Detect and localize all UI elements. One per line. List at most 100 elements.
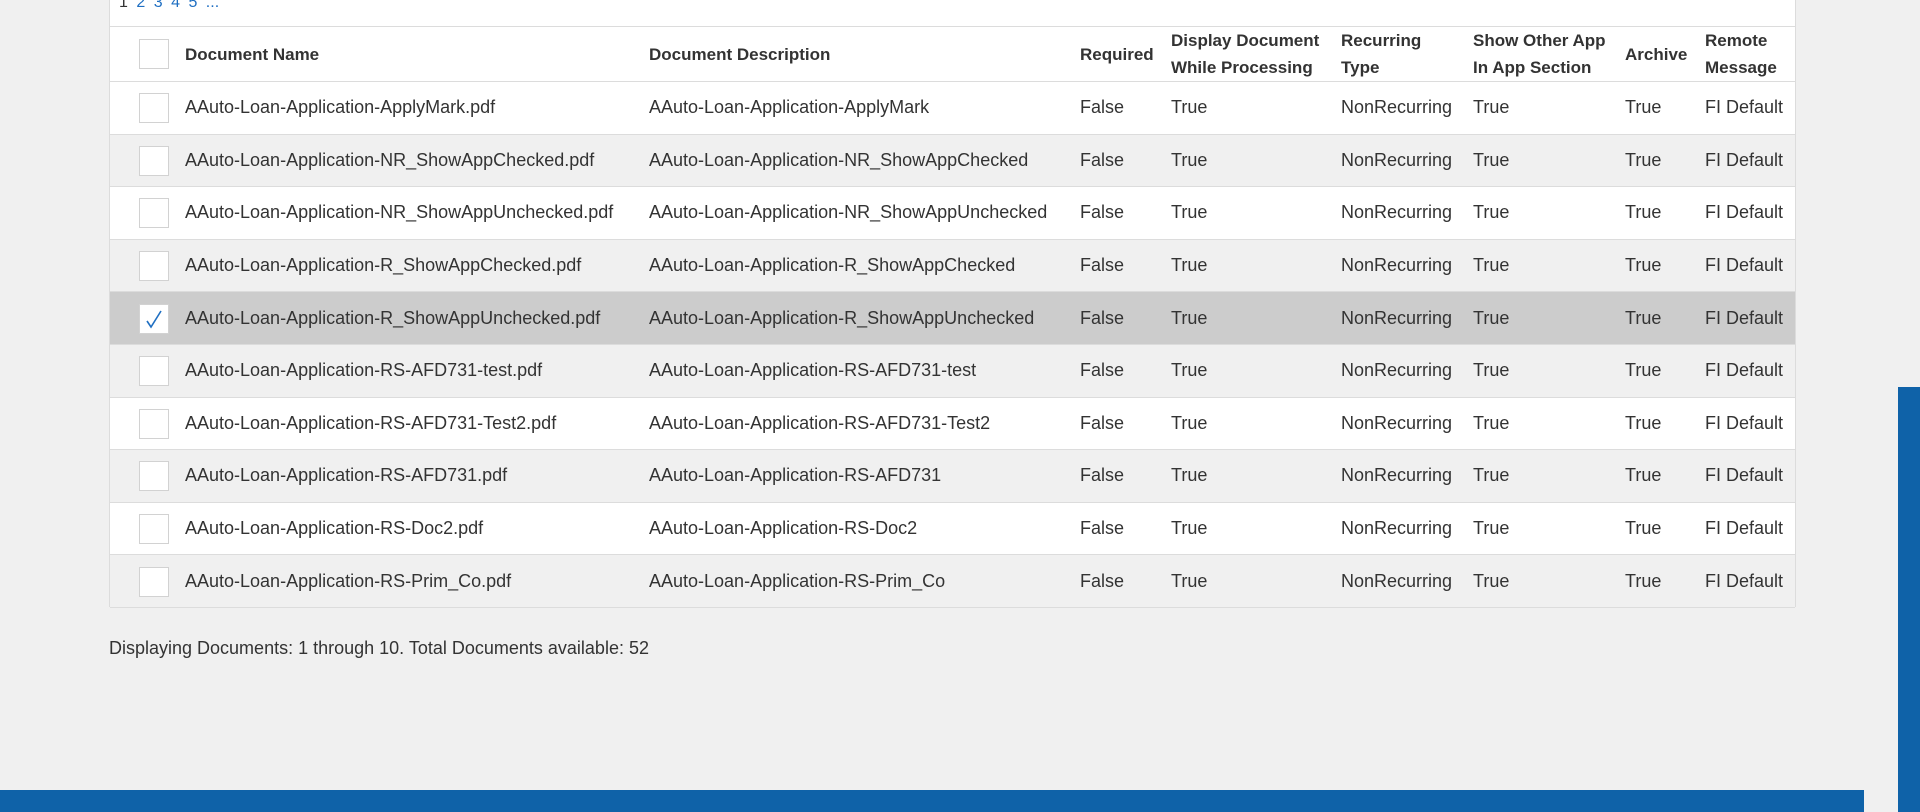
- cell-document-description: AAuto-Loan-Application-RS-Doc2: [649, 518, 918, 539]
- cell-document-description: AAuto-Loan-Application-RS-Prim_Co: [649, 570, 946, 591]
- cell-document-name: AAuto-Loan-Application-NR_ShowAppChecked…: [185, 149, 595, 170]
- cell-show-other-app: True: [1473, 202, 1510, 223]
- cell-archive: True: [1625, 360, 1662, 381]
- cell-document-name: AAuto-Loan-Application-R_ShowAppChecked.…: [185, 255, 582, 276]
- row-checkbox[interactable]: [139, 93, 169, 124]
- cell-remote-message: FI Default: [1705, 412, 1784, 433]
- cell-recurring-type: NonRecurring: [1341, 360, 1453, 381]
- cell-show-other-app: True: [1473, 412, 1510, 433]
- cell-show-other-app: True: [1473, 360, 1510, 381]
- row-checkbox[interactable]: [139, 145, 169, 176]
- cell-display-while-processing: True: [1171, 149, 1208, 170]
- page-link-more[interactable]: ...: [206, 0, 219, 11]
- table-row[interactable]: AAuto-Loan-Application-RS-AFD731-Test2.p…: [110, 398, 1795, 451]
- cell-document-description: AAuto-Loan-Application-R_ShowAppChecked: [649, 255, 1016, 276]
- cell-remote-message: FI Default: [1705, 202, 1784, 223]
- row-checkbox[interactable]: [139, 461, 169, 492]
- table-row[interactable]: AAuto-Loan-Application-NR_ShowAppUncheck…: [110, 187, 1795, 240]
- table-row[interactable]: AAuto-Loan-Application-R_ShowAppChecked.…: [110, 239, 1795, 293]
- cell-required: False: [1080, 202, 1125, 223]
- cell-required: False: [1080, 465, 1125, 486]
- cell-recurring-type: NonRecurring: [1341, 412, 1453, 433]
- cell-required: False: [1080, 570, 1125, 591]
- column-header-description[interactable]: Document Description: [649, 27, 830, 81]
- page-link-2[interactable]: 2: [136, 0, 145, 11]
- scrollbar-thumb[interactable]: [1898, 387, 1920, 812]
- select-all-checkbox[interactable]: [139, 39, 169, 69]
- row-checkbox[interactable]: [139, 356, 169, 387]
- cell-display-while-processing: True: [1171, 97, 1208, 118]
- cell-document-description: AAuto-Loan-Application-RS-AFD731-Test2: [649, 412, 991, 433]
- cell-archive: True: [1625, 307, 1662, 328]
- cell-show-other-app: True: [1473, 307, 1510, 328]
- table-row[interactable]: AAuto-Loan-Application-NR_ShowAppChecked…: [110, 134, 1795, 188]
- column-header-archive[interactable]: Archive: [1625, 27, 1687, 81]
- cell-document-description: AAuto-Loan-Application-ApplyMark: [649, 97, 930, 118]
- cell-recurring-type: NonRecurring: [1341, 465, 1453, 486]
- cell-recurring-type: NonRecurring: [1341, 202, 1453, 223]
- page-link-3[interactable]: 3: [154, 0, 163, 11]
- cell-show-other-app: True: [1473, 465, 1510, 486]
- column-header-show-other-app[interactable]: Show Other App In App Section: [1473, 27, 1606, 81]
- cell-show-other-app: True: [1473, 149, 1510, 170]
- cell-display-while-processing: True: [1171, 307, 1208, 328]
- row-checkbox[interactable]: [139, 566, 169, 597]
- cell-display-while-processing: True: [1171, 255, 1208, 276]
- cell-recurring-type: NonRecurring: [1341, 570, 1453, 591]
- cell-document-name: AAuto-Loan-Application-RS-AFD731-test.pd…: [185, 360, 543, 381]
- page-link-5[interactable]: 5: [188, 0, 197, 11]
- cell-remote-message: FI Default: [1705, 518, 1784, 539]
- cell-document-name: AAuto-Loan-Application-NR_ShowAppUncheck…: [185, 202, 614, 223]
- cell-show-other-app: True: [1473, 518, 1510, 539]
- cell-archive: True: [1625, 149, 1662, 170]
- row-checkbox[interactable]: [139, 408, 169, 439]
- cell-required: False: [1080, 412, 1125, 433]
- row-checkbox[interactable]: [139, 251, 169, 282]
- cell-archive: True: [1625, 255, 1662, 276]
- cell-document-description: AAuto-Loan-Application-RS-AFD731: [649, 465, 942, 486]
- cell-display-while-processing: True: [1171, 465, 1208, 486]
- cell-show-other-app: True: [1473, 97, 1510, 118]
- cell-recurring-type: NonRecurring: [1341, 518, 1453, 539]
- cell-recurring-type: NonRecurring: [1341, 255, 1453, 276]
- pager-strip: 1 2 3 4 5 ...: [109, 0, 1796, 27]
- table-row[interactable]: AAuto-Loan-Application-RS-Doc2.pdf AAuto-…: [110, 503, 1795, 556]
- page-current: 1: [119, 0, 128, 11]
- cell-required: False: [1080, 518, 1125, 539]
- cell-remote-message: FI Default: [1705, 465, 1784, 486]
- pagination: 1 2 3 4 5 ...: [119, 0, 223, 12]
- cell-archive: True: [1625, 202, 1662, 223]
- cell-remote-message: FI Default: [1705, 360, 1784, 381]
- cell-document-name: AAuto-Loan-Application-RS-Prim_Co.pdf: [185, 570, 512, 591]
- cell-recurring-type: NonRecurring: [1341, 97, 1453, 118]
- column-header-remote-message[interactable]: Remote Message: [1705, 27, 1777, 81]
- cell-document-description: AAuto-Loan-Application-NR_ShowAppUncheck…: [649, 202, 1048, 223]
- table-row[interactable]: AAuto-Loan-Application-RS-Prim_Co.pdf AAu…: [110, 555, 1795, 608]
- column-header-name[interactable]: Document Name: [185, 27, 319, 81]
- cell-recurring-type: NonRecurring: [1341, 149, 1453, 170]
- cell-document-description: AAuto-Loan-Application-R_ShowAppUnchecke…: [649, 307, 1035, 328]
- table-row[interactable]: AAuto-Loan-Application-R_ShowAppUnchecke…: [110, 292, 1795, 345]
- cell-remote-message: FI Default: [1705, 97, 1784, 118]
- table-row[interactable]: AAuto-Loan-Application-RS-AFD731.pdf AAut…: [110, 450, 1795, 503]
- page-link-4[interactable]: 4: [171, 0, 180, 11]
- cell-required: False: [1080, 307, 1125, 328]
- column-header-recurring[interactable]: Recurring Type: [1341, 27, 1421, 81]
- cell-archive: True: [1625, 97, 1662, 118]
- cell-remote-message: FI Default: [1705, 149, 1784, 170]
- cell-display-while-processing: True: [1171, 412, 1208, 433]
- cell-remote-message: FI Default: [1705, 255, 1784, 276]
- cell-show-other-app: True: [1473, 570, 1510, 591]
- cell-archive: True: [1625, 570, 1662, 591]
- table-row[interactable]: AAuto-Loan-Application-RS-AFD731-test.pd…: [110, 345, 1795, 398]
- column-header-required[interactable]: Required: [1080, 27, 1154, 81]
- cell-recurring-type: NonRecurring: [1341, 307, 1453, 328]
- cell-required: False: [1080, 149, 1125, 170]
- cell-document-description: AAuto-Loan-Application-RS-AFD731-test: [649, 360, 977, 381]
- table-row[interactable]: AAuto-Loan-Application-ApplyMark.pdf AAut…: [110, 82, 1795, 135]
- column-header-display[interactable]: Display Document While Processing: [1171, 27, 1319, 81]
- row-checkbox[interactable]: [139, 198, 169, 229]
- row-checkbox[interactable]: [139, 514, 169, 545]
- cell-required: False: [1080, 360, 1125, 381]
- row-checkbox[interactable]: [139, 303, 169, 334]
